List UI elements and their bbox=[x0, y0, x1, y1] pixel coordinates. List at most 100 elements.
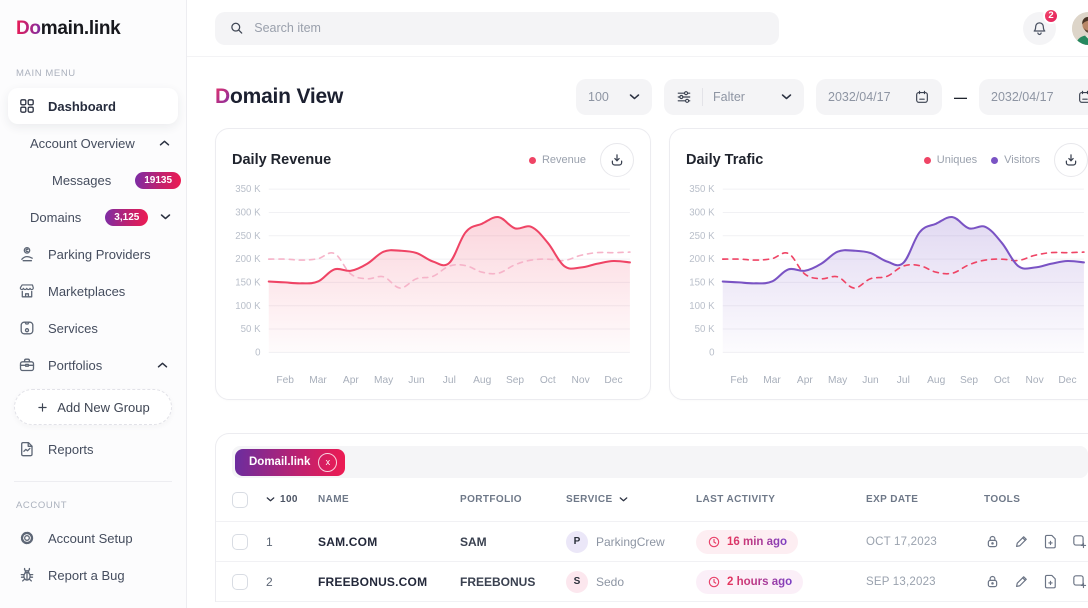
svg-text:250 K: 250 K bbox=[235, 231, 261, 242]
sidebar-item-label: Report a Bug bbox=[48, 568, 125, 583]
last-activity-pill: 16 min ago bbox=[696, 530, 798, 554]
chart-header: Daily Trafic UniquesVisitors bbox=[686, 143, 1088, 177]
sidebar-item-reports[interactable]: Reports bbox=[8, 431, 178, 467]
chevron-toggle[interactable] bbox=[157, 361, 168, 369]
svg-text:Sep: Sep bbox=[506, 375, 524, 386]
svg-text:Jun: Jun bbox=[862, 375, 878, 386]
chevron-up-icon bbox=[159, 139, 170, 147]
svg-text:May: May bbox=[828, 375, 848, 386]
tool-export-button[interactable] bbox=[1071, 533, 1088, 550]
col-service[interactable]: SERVICE bbox=[566, 494, 696, 505]
sidebar-item-account-overview[interactable]: Account Overview bbox=[8, 125, 178, 161]
col-portfolio[interactable]: PORTFOLIO bbox=[460, 494, 566, 505]
clock-icon bbox=[707, 575, 721, 589]
date-to-picker[interactable]: 2032/04/17 bbox=[979, 79, 1088, 115]
filter-label: Falter bbox=[713, 90, 771, 104]
date-from-picker[interactable]: 2032/04/17 bbox=[816, 79, 942, 115]
search-box[interactable] bbox=[215, 12, 779, 45]
svg-text:Sep: Sep bbox=[960, 375, 978, 386]
legend-label: Uniques bbox=[937, 154, 977, 166]
chevron-toggle[interactable] bbox=[160, 213, 171, 221]
service-cell: SSedo bbox=[566, 571, 696, 593]
service-cell: PParkingCrew bbox=[566, 531, 696, 553]
table-row: 2FREEBONUS.COMFREEBONUSSSedo2 hours agoS… bbox=[216, 562, 1088, 602]
legend-dot bbox=[991, 157, 998, 164]
add-new-group-button[interactable]: Add New Group bbox=[14, 389, 172, 425]
svg-text:200 K: 200 K bbox=[235, 254, 261, 265]
svg-text:Feb: Feb bbox=[730, 375, 748, 386]
domain-name[interactable]: FREEBONUS.COM bbox=[318, 575, 460, 589]
sidebar-item-services[interactable]: Services bbox=[8, 310, 178, 346]
chevron-down-icon bbox=[619, 496, 628, 503]
sidebar-item-parking-providers[interactable]: Parking Providers bbox=[8, 236, 178, 272]
svg-text:Apr: Apr bbox=[343, 375, 359, 386]
user-avatar[interactable] bbox=[1072, 12, 1088, 45]
filter-chip-domail-link[interactable]: Domail.link x bbox=[235, 449, 345, 476]
sidebar-item-messages[interactable]: Messages 19135 bbox=[30, 162, 178, 198]
search-input[interactable] bbox=[254, 21, 765, 35]
sidebar-item-marketplaces[interactable]: Marketplaces bbox=[8, 273, 178, 309]
topbar-right: 2 bbox=[1023, 12, 1088, 45]
domain-name[interactable]: SAM.COM bbox=[318, 535, 460, 549]
sidebar-item-domains[interactable]: Domains3,125 bbox=[8, 199, 178, 235]
sidebar-item-label: Messages bbox=[52, 173, 111, 188]
service-initial-avatar: P bbox=[566, 531, 588, 553]
chevron-down-icon bbox=[629, 93, 640, 101]
briefcase-icon bbox=[18, 356, 36, 374]
sidebar-item-report-a-bug[interactable]: Report a Bug bbox=[8, 557, 178, 593]
lock-icon bbox=[984, 573, 1001, 590]
section-label: MAIN MENU bbox=[0, 58, 186, 87]
notification-badge: 2 bbox=[1043, 8, 1059, 24]
close-icon[interactable]: x bbox=[318, 453, 337, 472]
chevron-toggle[interactable] bbox=[159, 139, 170, 147]
divider bbox=[14, 481, 172, 482]
sidebar-item-account-setup[interactable]: Account Setup bbox=[8, 520, 178, 556]
svg-text:Mar: Mar bbox=[763, 375, 781, 386]
row-checkbox[interactable] bbox=[232, 534, 248, 550]
legend-label: Visitors bbox=[1004, 154, 1040, 166]
tool-edit-button[interactable] bbox=[1013, 573, 1030, 590]
filter-chip-label: Domail.link bbox=[249, 456, 310, 468]
col-last-activity[interactable]: LAST ACTIVITY bbox=[696, 494, 866, 505]
sidebar-item-portfolios[interactable]: Portfolios bbox=[8, 347, 178, 383]
search-icon bbox=[229, 20, 244, 36]
tool-export-button[interactable] bbox=[1071, 573, 1088, 590]
download-button[interactable] bbox=[1054, 143, 1088, 177]
tools-cell bbox=[984, 533, 1088, 550]
page-title-rest: omain View bbox=[230, 85, 343, 108]
download-button[interactable] bbox=[600, 143, 634, 177]
tool-lock-button[interactable] bbox=[984, 573, 1001, 590]
exp-date: SEP 13,2023 bbox=[866, 576, 984, 588]
date-from-value: 2032/04/17 bbox=[828, 90, 891, 104]
select-all-checkbox[interactable] bbox=[232, 492, 248, 508]
svg-text:Apr: Apr bbox=[797, 375, 813, 386]
notifications-button[interactable]: 2 bbox=[1023, 12, 1056, 45]
last-activity-cell: 16 min ago bbox=[696, 530, 866, 554]
tool-file-plus-button[interactable] bbox=[1042, 533, 1059, 550]
count-badge: 19135 bbox=[135, 172, 181, 189]
parking-icon bbox=[18, 245, 36, 263]
svg-text:Jul: Jul bbox=[897, 375, 910, 386]
col-name[interactable]: NAME bbox=[318, 494, 460, 505]
export-icon bbox=[1071, 573, 1088, 590]
row-checkbox[interactable] bbox=[232, 574, 248, 590]
page-head: Domain View 100 Falter 2032/04/17 bbox=[215, 79, 1088, 115]
portfolio-name: FREEBONUS bbox=[460, 575, 566, 589]
col-exp-date[interactable]: EXP DATE bbox=[866, 494, 984, 505]
page-controls: 100 Falter 2032/04/17 — bbox=[576, 79, 1088, 115]
svg-text:0: 0 bbox=[709, 347, 715, 358]
sidebar-item-dashboard[interactable]: Dashboard bbox=[8, 88, 178, 124]
svg-text:Oct: Oct bbox=[540, 375, 556, 386]
svg-text:Oct: Oct bbox=[994, 375, 1010, 386]
select-count[interactable]: 100 bbox=[266, 494, 318, 505]
tool-edit-button[interactable] bbox=[1013, 533, 1030, 550]
svg-text:Aug: Aug bbox=[927, 375, 945, 386]
tool-lock-button[interactable] bbox=[984, 533, 1001, 550]
page-size-select[interactable]: 100 bbox=[576, 79, 652, 115]
sidebar-nav: MAIN MENUDashboardAccount OverviewMessag… bbox=[0, 58, 186, 593]
svg-text:Mar: Mar bbox=[309, 375, 327, 386]
tools-cell bbox=[984, 573, 1088, 590]
table-body: 1SAM.COMSAMPParkingCrew16 min agoOCT 17,… bbox=[216, 522, 1088, 602]
tool-file-plus-button[interactable] bbox=[1042, 573, 1059, 590]
filter-dropdown[interactable]: Falter bbox=[664, 79, 804, 115]
